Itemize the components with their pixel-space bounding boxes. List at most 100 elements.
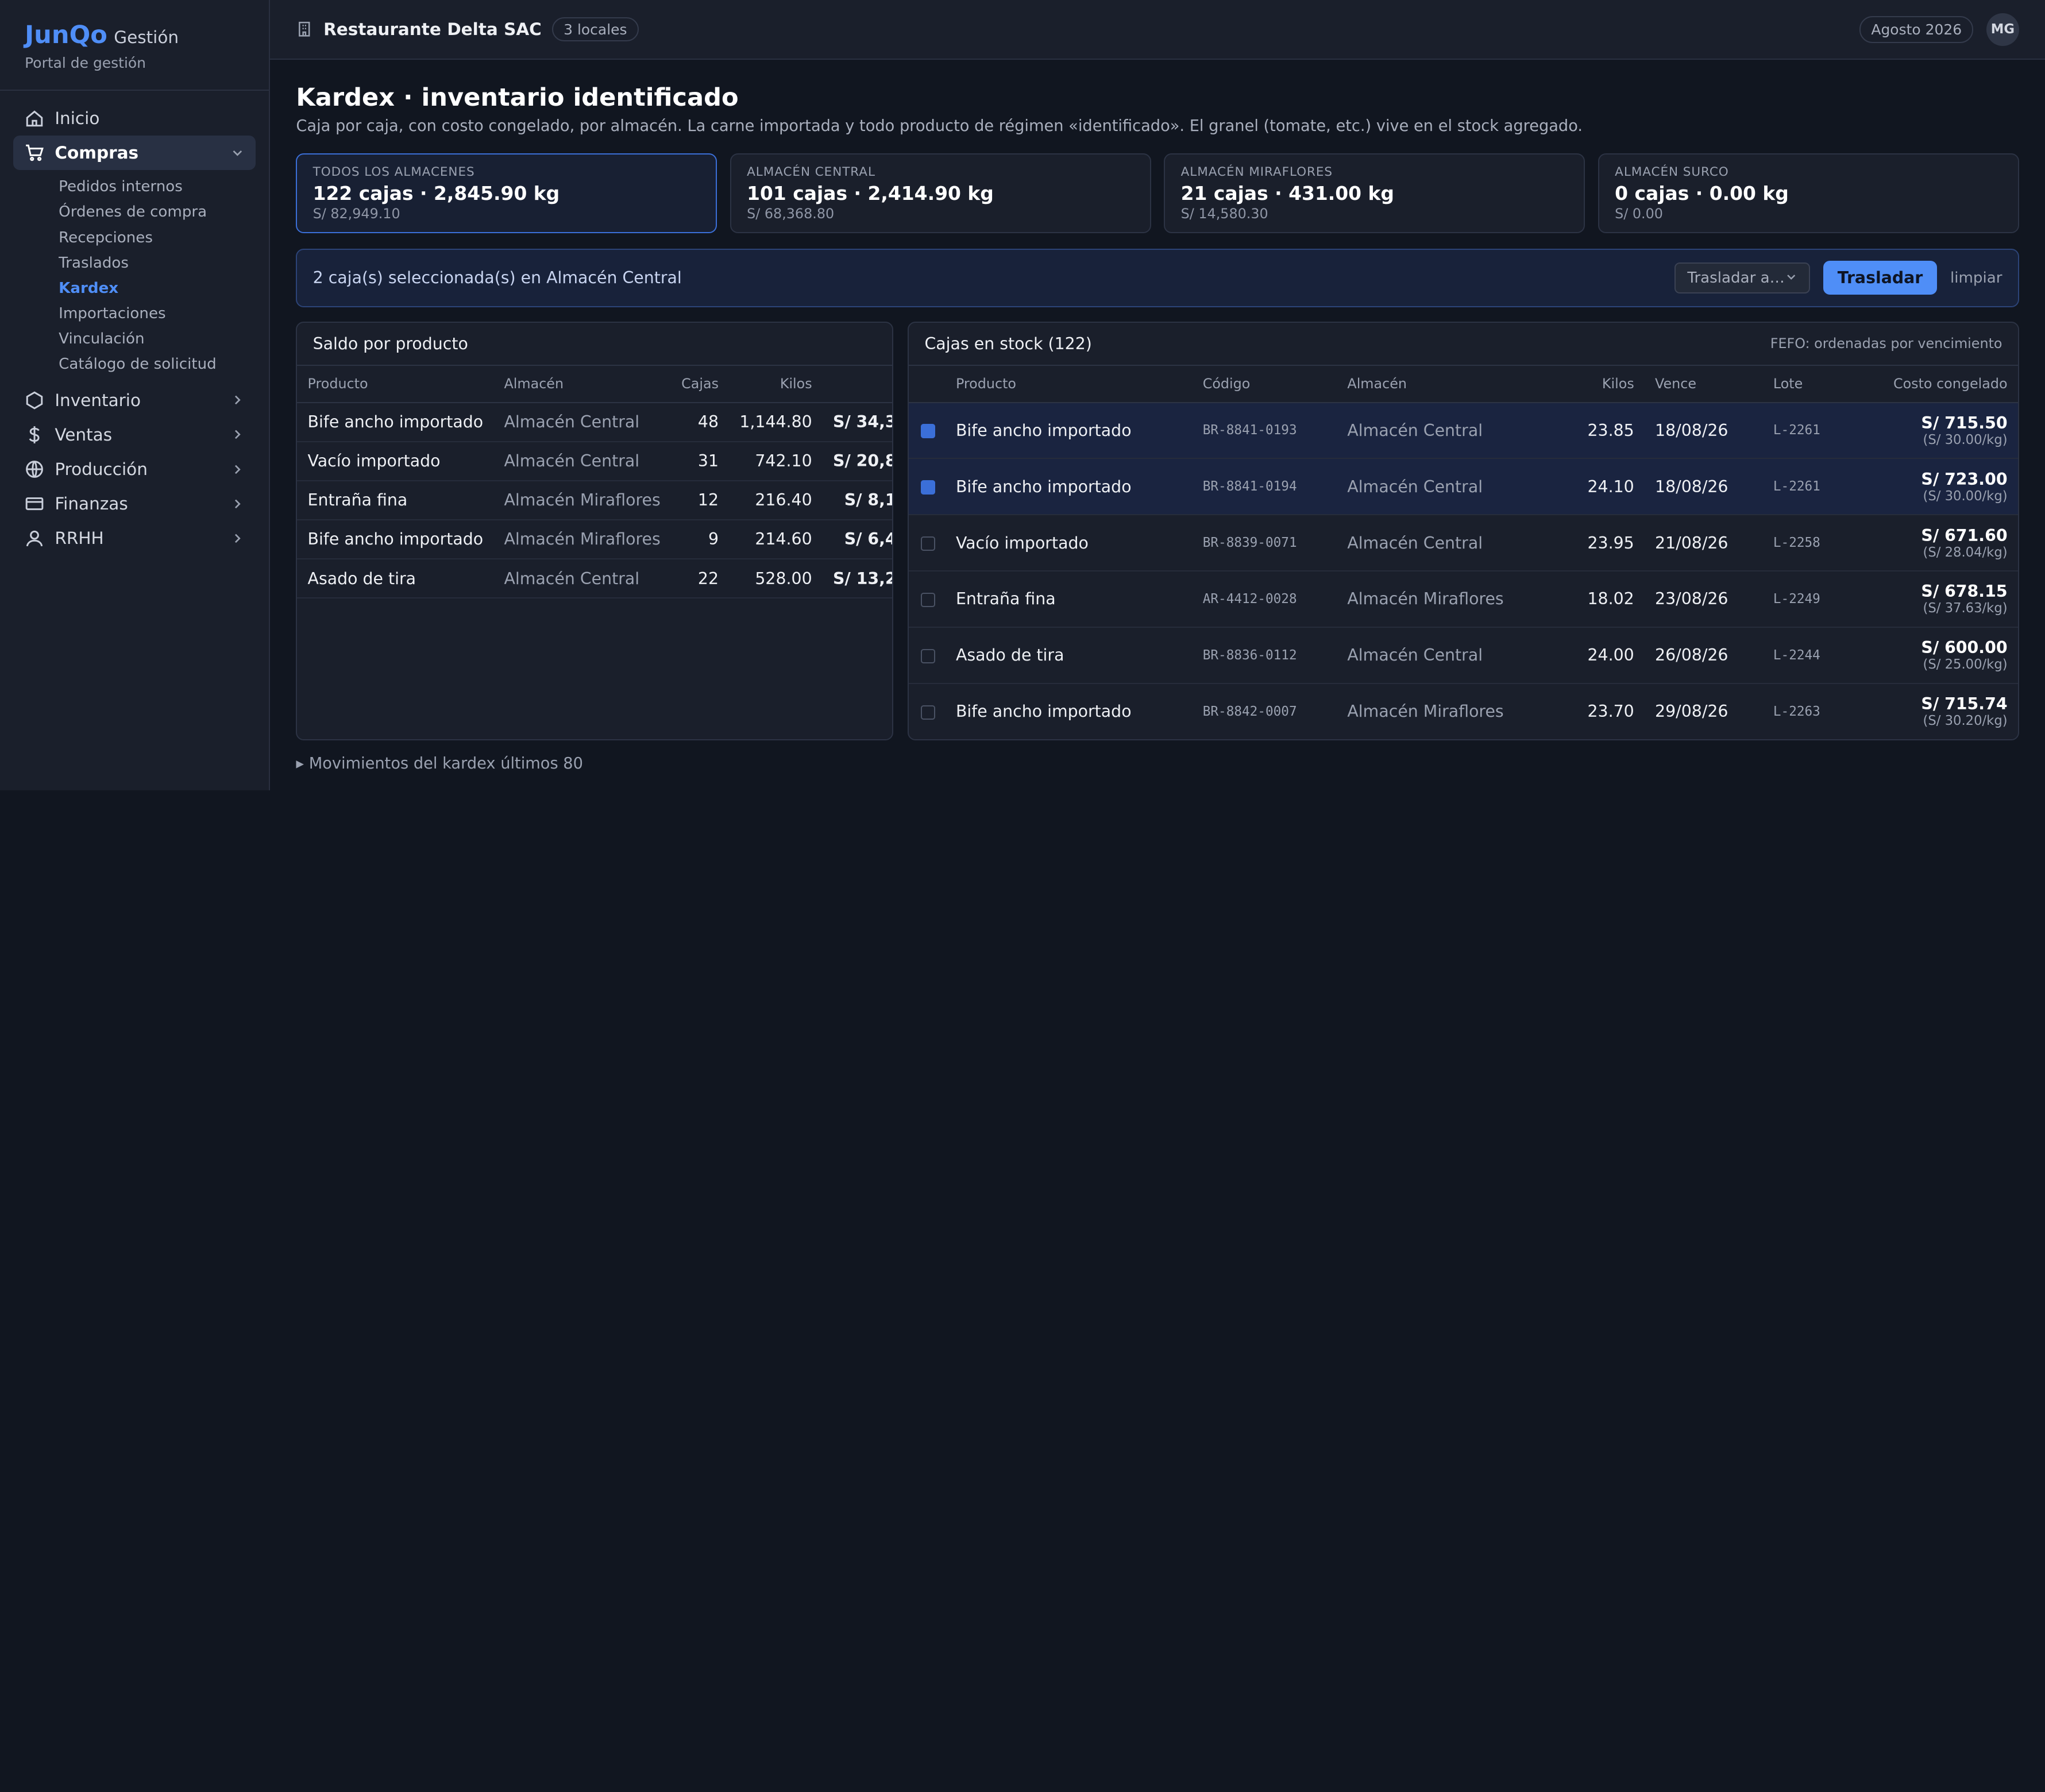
row-checkbox[interactable] bbox=[920, 648, 935, 663]
cell-value: S/ 13,200.00 bbox=[822, 558, 893, 599]
row-checkbox[interactable] bbox=[920, 424, 935, 439]
row-checkbox[interactable] bbox=[920, 480, 935, 495]
warehouse-cards: TODOS LOS ALMACENES 122 cajas · 2,845.90 … bbox=[296, 153, 2019, 233]
cell-warehouse: Almacén Central bbox=[1337, 515, 1560, 572]
nav-item-inventario[interactable]: Inventario bbox=[13, 383, 256, 417]
column-header: Cajas bbox=[670, 365, 730, 403]
table-row[interactable]: Bife ancho importado Almacén Central 48 1,1… bbox=[297, 402, 893, 442]
topbar: Restaurante Delta SAC 3 locales Agosto 2… bbox=[269, 0, 2045, 60]
warehouse-card[interactable]: ALMACÉN CENTRAL 101 cajas · 2,414.90 kg S/… bbox=[730, 153, 1151, 233]
cell-code: BR-8842-0007 bbox=[1192, 683, 1337, 739]
card-amount: S/ 0.00 bbox=[1615, 206, 1663, 222]
nav-label: Ventas bbox=[55, 424, 113, 445]
cell-checkbox bbox=[909, 683, 946, 739]
company-name[interactable]: Restaurante Delta SAC bbox=[323, 20, 542, 39]
panel-header: Cajas en stock (122) FEFO: ordenadas por… bbox=[909, 323, 2018, 366]
cell-value: S/ 6,438.00 bbox=[822, 519, 893, 559]
table-row[interactable]: Bife ancho importado BR-8841-0194 Almacén … bbox=[909, 458, 2018, 516]
submenu-item[interactable]: Pedidos internos bbox=[59, 174, 256, 199]
cell-expiry: 23/08/26 bbox=[1644, 571, 1763, 628]
cell-kilos: 1,144.80 bbox=[729, 402, 823, 442]
globe-icon bbox=[25, 459, 44, 479]
row-checkbox[interactable] bbox=[920, 705, 935, 720]
nav-label: Producción bbox=[55, 459, 148, 479]
column-header: Producto bbox=[297, 365, 494, 403]
submenu-item[interactable]: Recepciones bbox=[59, 225, 256, 250]
panels: Saldo por producto Producto Almacén Cajas K… bbox=[296, 322, 2019, 740]
cell-expiry: 26/08/26 bbox=[1644, 627, 1763, 684]
submenu-item[interactable]: Importaciones bbox=[59, 301, 256, 326]
nav-label: Inventario bbox=[55, 390, 141, 410]
transfer-target-select[interactable]: Trasladar a… bbox=[1674, 262, 1811, 294]
nav-item-rrhh[interactable]: RRHH bbox=[13, 522, 256, 555]
chevron-right-icon bbox=[231, 463, 244, 476]
cost-per-kg: (S/ 28.04/kg) bbox=[1923, 544, 2008, 560]
clear-selection-link[interactable]: limpiar bbox=[1950, 269, 2002, 287]
table-row[interactable]: Entraña fina AR-4412-0028 Almacén Miraflor… bbox=[909, 571, 2018, 628]
cell-lot: L-2244 bbox=[1762, 627, 1849, 684]
cell-boxes: 48 bbox=[670, 402, 730, 442]
table-row[interactable]: Asado de tira BR-8836-0112 Almacén Central… bbox=[909, 627, 2018, 684]
movements-toggle[interactable]: ▸ Movimientos del kardex últimos 80 bbox=[296, 755, 2019, 773]
card-value: 122 cajas · 2,845.90 kg bbox=[312, 181, 560, 204]
column-header: Lote bbox=[1762, 365, 1849, 403]
chevron-right-icon bbox=[231, 497, 244, 511]
table-row[interactable]: Vacío importado BR-8839-0071 Almacén Centr… bbox=[909, 515, 2018, 572]
cell-product: Bife ancho importado bbox=[297, 402, 494, 442]
box-icon bbox=[25, 391, 44, 410]
submenu-item[interactable]: Kardex bbox=[59, 276, 256, 301]
table-header: Producto Código Almacén Kilos Vence Lote Costo… bbox=[909, 365, 2018, 403]
cell-lot: L-2261 bbox=[1762, 458, 1849, 516]
submenu-item[interactable]: Catálogo de solicitud bbox=[59, 352, 256, 377]
submenu-item[interactable]: Traslados bbox=[59, 250, 256, 276]
avatar[interactable]: MG bbox=[1986, 13, 2019, 46]
table-row[interactable]: Bife ancho importado BR-8842-0007 Almacén … bbox=[909, 683, 2018, 739]
table-row[interactable]: Bife ancho importado Almacén Miraflores 9 2… bbox=[297, 519, 893, 559]
column-header: Vence bbox=[1644, 365, 1763, 403]
cell-warehouse: Almacén Central bbox=[493, 558, 671, 599]
table-row[interactable]: Vacío importado Almacén Central 31 742.10 S/… bbox=[297, 441, 893, 481]
cell-code: BR-8839-0071 bbox=[1192, 515, 1337, 572]
cell-cost: S/ 600.00 (S/ 25.00/kg) bbox=[1848, 627, 2018, 684]
nav-item-produccion[interactable]: Producción bbox=[13, 452, 256, 486]
nav-label: Inicio bbox=[55, 108, 100, 128]
cell-expiry: 18/08/26 bbox=[1644, 402, 1763, 459]
chevron-right-icon bbox=[231, 532, 244, 545]
nav-item-ventas[interactable]: Ventas bbox=[13, 418, 256, 451]
cell-cost: S/ 715.50 (S/ 30.00/kg) bbox=[1848, 402, 2018, 459]
card-label: ALMACÉN MIRAFLORES bbox=[1180, 165, 1333, 180]
table-row[interactable]: Asado de tira Almacén Central 22 528.00 S/ 1… bbox=[297, 558, 893, 599]
table-row[interactable]: Bife ancho importado BR-8841-0193 Almacén … bbox=[909, 402, 2018, 459]
nav-item-compras[interactable]: Compras bbox=[13, 136, 256, 170]
cell-kilos: 23.70 bbox=[1560, 683, 1645, 739]
app-shell: JunQo Gestión Portal de gestión Inicio C… bbox=[0, 0, 2045, 790]
warehouse-card[interactable]: ALMACÉN SURCO 0 cajas · 0.00 kg S/ 0.00 bbox=[1598, 153, 2019, 233]
submenu-item[interactable]: Vinculación bbox=[59, 326, 256, 352]
selection-text: 2 caja(s) seleccionada(s) en Almacén Cen… bbox=[312, 268, 682, 288]
warehouse-card[interactable]: TODOS LOS ALMACENES 122 cajas · 2,845.90 … bbox=[296, 153, 717, 233]
row-checkbox[interactable] bbox=[920, 536, 935, 551]
panel-title: Saldo por producto bbox=[312, 334, 468, 353]
row-checkbox[interactable] bbox=[920, 592, 935, 607]
period-selector[interactable]: Agosto 2026 bbox=[1859, 16, 1974, 43]
brand-logo[interactable]: JunQo bbox=[25, 21, 107, 49]
cell-kilos: 214.60 bbox=[729, 519, 823, 559]
submenu-item[interactable]: Órdenes de compra bbox=[59, 199, 256, 225]
warehouse-card[interactable]: ALMACÉN MIRAFLORES 21 cajas · 431.00 kg S/… bbox=[1164, 153, 1585, 233]
cell-kilos: 23.95 bbox=[1560, 515, 1645, 572]
cell-warehouse: Almacén Central bbox=[1337, 402, 1560, 459]
cell-value: S/ 34,321.20 bbox=[822, 402, 893, 442]
cell-kilos: 18.02 bbox=[1560, 571, 1645, 628]
cell-product: Vacío importado bbox=[297, 441, 494, 481]
cell-value: S/ 8,142.30 bbox=[822, 480, 893, 520]
cell-product: Entraña fina bbox=[297, 480, 494, 520]
nav-item-finanzas[interactable]: Finanzas bbox=[13, 487, 256, 521]
cell-warehouse: Almacén Miraflores bbox=[1337, 683, 1560, 739]
table-row[interactable]: Entraña fina Almacén Miraflores 12 216.40 S/… bbox=[297, 480, 893, 520]
cell-expiry: 21/08/26 bbox=[1644, 515, 1763, 572]
transfer-button[interactable]: Trasladar bbox=[1823, 261, 1938, 295]
cost-per-kg: (S/ 30.20/kg) bbox=[1923, 713, 2008, 729]
cajas-panel: Cajas en stock (122) FEFO: ordenadas por… bbox=[908, 322, 2019, 740]
card-amount: S/ 68,368.80 bbox=[747, 206, 835, 222]
nav-item-inicio[interactable]: Inicio bbox=[13, 101, 256, 135]
